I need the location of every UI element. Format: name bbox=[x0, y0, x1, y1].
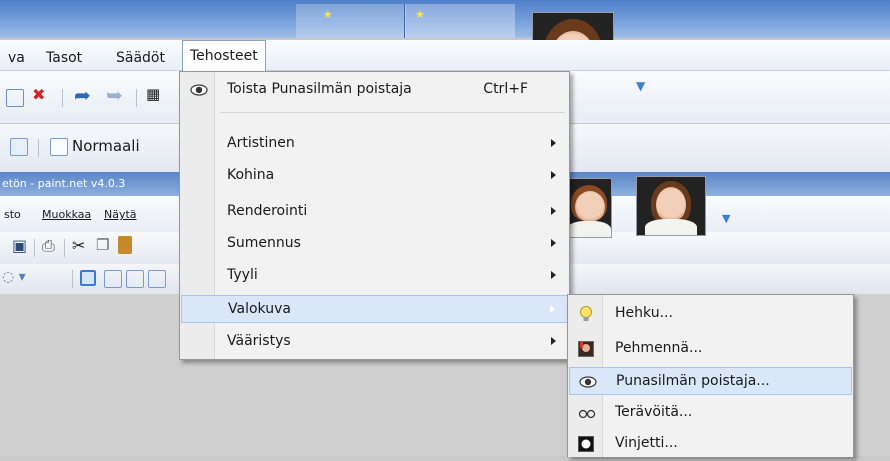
intersect-selection-icon[interactable] bbox=[148, 270, 166, 288]
blend-mode-label[interactable]: Normaali bbox=[72, 137, 140, 155]
menu-effects[interactable]: Tehosteet bbox=[182, 40, 266, 72]
menu-item-distort[interactable]: Vääristys bbox=[181, 328, 568, 354]
cut-icon[interactable]: ✂ bbox=[72, 236, 85, 255]
menu-separator bbox=[220, 112, 565, 113]
thumbnail-shirt bbox=[645, 219, 697, 235]
selection-mode-icon[interactable] bbox=[10, 138, 28, 156]
menu-item-label: Valokuva bbox=[228, 301, 291, 317]
delete-layer-icon[interactable]: ✖ bbox=[32, 85, 45, 104]
toolbar-separator bbox=[72, 270, 73, 288]
submenu-arrow-icon bbox=[550, 305, 555, 313]
toolbar-separator bbox=[38, 139, 39, 157]
submenu-arrow-icon bbox=[551, 139, 556, 147]
redo-icon[interactable]: ➥ bbox=[106, 83, 123, 107]
duplicate-layer-icon[interactable] bbox=[6, 89, 24, 107]
copy-icon[interactable]: ❐ bbox=[96, 236, 109, 254]
submenu-arrow-icon bbox=[551, 239, 556, 247]
tab-list-dropdown-icon[interactable]: ▼ bbox=[636, 79, 645, 93]
menu-item-label: Vääristys bbox=[227, 333, 291, 349]
menu-item-label: Tyyli bbox=[227, 267, 258, 283]
submenu-arrow-icon bbox=[551, 171, 556, 179]
menu-item-vignette[interactable]: Vinjetti... bbox=[569, 430, 852, 456]
menu-item-artistic[interactable]: Artistinen bbox=[181, 130, 568, 156]
menu-help[interactable]: va bbox=[8, 50, 25, 66]
menu-edit[interactable]: Muokkaa bbox=[42, 208, 91, 221]
thumbnail-face bbox=[575, 191, 605, 223]
second-window-title: etön - paint.net v4.0.3 bbox=[2, 177, 126, 190]
menu-item-render[interactable]: Renderointi bbox=[181, 198, 568, 224]
toolbar-separator bbox=[62, 89, 63, 107]
lightbulb-icon bbox=[578, 305, 594, 321]
thumbnail-face bbox=[656, 187, 686, 223]
soften-photo-icon bbox=[578, 340, 594, 357]
blend-mode-icon[interactable] bbox=[50, 138, 68, 156]
toolbar-separator bbox=[34, 239, 35, 257]
menu-item-glow[interactable]: Hehku... bbox=[569, 300, 852, 326]
save-icon[interactable]: ▣ bbox=[12, 236, 27, 255]
menu-item-noise[interactable]: Kohina bbox=[181, 162, 568, 188]
menu-item-shortcut: Ctrl+F bbox=[483, 81, 528, 97]
menu-item-photo[interactable]: Valokuva bbox=[181, 295, 568, 323]
effects-menu: Toista Punasilmän poistaja Ctrl+F Artist… bbox=[179, 71, 570, 360]
image-thumbnail[interactable] bbox=[566, 178, 612, 238]
image-thumbnail[interactable] bbox=[636, 176, 706, 236]
menu-item-red-eye-removal[interactable]: Punasilmän poistaja... bbox=[569, 367, 852, 395]
menu-item-label: Sumennus bbox=[227, 235, 301, 251]
tab-list-dropdown-icon[interactable]: ▼ bbox=[722, 212, 730, 225]
union-selection-icon[interactable] bbox=[104, 270, 122, 288]
menu-item-label: Kohina bbox=[227, 167, 275, 183]
menu-file[interactable]: sto bbox=[4, 208, 21, 221]
top-window-title-bar: ★ ★ bbox=[0, 0, 890, 38]
paste-icon[interactable] bbox=[118, 236, 132, 254]
submenu-arrow-icon bbox=[551, 337, 556, 345]
menu-item-label: Renderointi bbox=[227, 203, 308, 219]
undo-icon[interactable]: ➦ bbox=[74, 83, 91, 107]
toolbar-separator bbox=[136, 89, 137, 107]
menu-item-stylize[interactable]: Tyyli bbox=[181, 262, 568, 288]
menu-item-label: Vinjetti... bbox=[615, 435, 678, 451]
menu-item-repeat-red-eye[interactable]: Toista Punasilmän poistaja Ctrl+F bbox=[181, 76, 568, 102]
menu-adjustments[interactable]: Säädöt bbox=[116, 50, 165, 66]
menu-item-label: Artistinen bbox=[227, 135, 295, 151]
eye-icon bbox=[579, 373, 597, 389]
print-icon[interactable]: ⎙ bbox=[42, 236, 55, 256]
thumbnail-shirt bbox=[567, 221, 611, 237]
submenu-arrow-icon bbox=[551, 271, 556, 279]
menu-view[interactable]: Näytä bbox=[104, 208, 137, 221]
menu-item-label: Toista Punasilmän poistaja bbox=[227, 81, 412, 97]
vignette-icon bbox=[578, 435, 594, 452]
menu-item-soften-portrait[interactable]: Pehmennä... bbox=[569, 335, 852, 361]
menu-item-label: Hehku... bbox=[615, 305, 673, 321]
photo-submenu: Hehku... Pehmennä... Punasilmän poistaja… bbox=[567, 294, 854, 457]
image-tab[interactable] bbox=[296, 4, 406, 38]
menu-item-label: Terävöitä... bbox=[615, 404, 693, 420]
menu-item-label: Punasilmän poistaja... bbox=[616, 373, 770, 389]
grid-icon[interactable]: ▦ bbox=[146, 85, 160, 103]
menu-item-label: Pehmennä... bbox=[615, 340, 703, 356]
toolbar-separator bbox=[64, 239, 65, 257]
submenu-arrow-icon bbox=[551, 207, 556, 215]
replace-selection-icon[interactable] bbox=[80, 270, 96, 286]
eye-icon bbox=[190, 81, 208, 97]
menu-item-sharpen[interactable]: Terävöitä... bbox=[569, 399, 852, 425]
exclude-selection-icon[interactable] bbox=[126, 270, 144, 288]
selection-shape-icon[interactable]: ◌ ▾ bbox=[2, 269, 26, 285]
menu-item-blurs[interactable]: Sumennus bbox=[181, 230, 568, 256]
star-icon: ★ bbox=[415, 8, 425, 21]
glasses-icon bbox=[578, 404, 596, 420]
top-menu-bar: va Tasot Säädöt bbox=[0, 40, 890, 71]
star-icon: ★ bbox=[323, 8, 333, 21]
menu-layers[interactable]: Tasot bbox=[46, 50, 82, 66]
